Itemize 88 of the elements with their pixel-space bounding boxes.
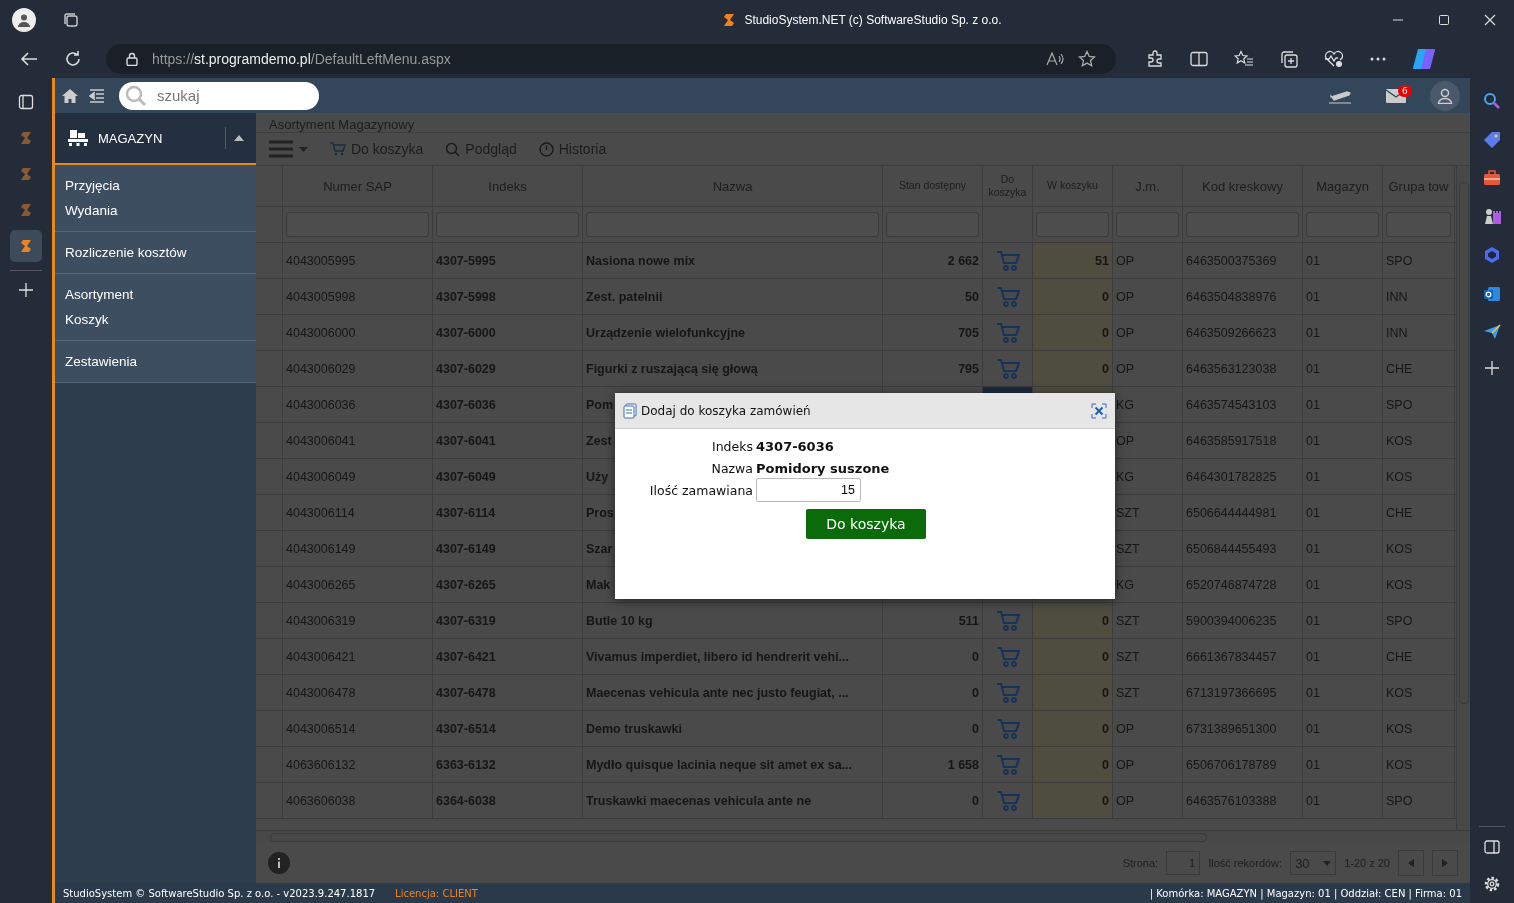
mail-app-icon[interactable] bbox=[1483, 285, 1501, 303]
menu-item[interactable]: Wydania bbox=[55, 198, 256, 223]
table-cell: 0 bbox=[1033, 351, 1113, 386]
document-icon bbox=[623, 402, 637, 419]
search-field[interactable]: szukaj bbox=[119, 81, 319, 110]
add-to-cart-button[interactable]: Do koszyka bbox=[806, 509, 926, 539]
quantity-field[interactable]: 15 bbox=[756, 478, 861, 502]
add-icon[interactable] bbox=[1485, 361, 1499, 375]
search-icon bbox=[445, 141, 461, 157]
module-header[interactable]: MAGAZYN bbox=[55, 113, 256, 165]
app-logo-icon bbox=[19, 202, 33, 218]
favorites-icon[interactable] bbox=[1234, 50, 1254, 68]
close-icon[interactable] bbox=[1091, 402, 1107, 419]
session-info: | Komórka: MAGAZYN | Magazyn: 01 | Oddział: CEN | Firma: 01 bbox=[1149, 887, 1462, 899]
browser-tab[interactable] bbox=[10, 230, 42, 262]
caret-icon bbox=[299, 146, 308, 152]
tabs-icon[interactable] bbox=[62, 12, 80, 28]
new-tab-icon[interactable] bbox=[19, 283, 33, 297]
pallet-icon bbox=[67, 129, 89, 147]
toolbox-icon[interactable] bbox=[1483, 170, 1501, 186]
table-cell: 0 bbox=[1033, 279, 1113, 314]
address-bar[interactable]: https://st.programdemo.pl/DefaultLeftMenu.aspx bbox=[106, 44, 1116, 74]
search-icon bbox=[125, 84, 147, 107]
menu-dropdown[interactable] bbox=[269, 140, 308, 158]
tag-icon[interactable] bbox=[1483, 131, 1501, 149]
info-icon[interactable] bbox=[268, 852, 290, 874]
next-page-button[interactable] bbox=[1432, 850, 1458, 876]
table-cell: 51 bbox=[1033, 243, 1113, 278]
app-logo-icon bbox=[722, 12, 737, 28]
license-text: Licencja: CLIENT bbox=[395, 887, 478, 899]
app-logo-icon bbox=[19, 238, 33, 254]
profile-icon[interactable] bbox=[12, 8, 36, 32]
previous-page-button[interactable] bbox=[1398, 850, 1424, 876]
menu-item[interactable]: Koszyk bbox=[55, 307, 256, 332]
split-screen-icon[interactable] bbox=[1190, 51, 1208, 67]
read-aloud-icon[interactable] bbox=[1046, 52, 1064, 66]
scrollbar[interactable] bbox=[256, 830, 1470, 843]
field-label: Ilość zamawiana bbox=[648, 482, 754, 498]
window-title: StudioSystem.NET (c) SoftwareStudio Sp. z o.o. bbox=[744, 13, 1002, 27]
table-cell: 0 bbox=[1033, 315, 1113, 350]
field-value: Pomidory suszone bbox=[756, 460, 890, 476]
home-icon[interactable] bbox=[61, 87, 79, 104]
caret-icon[interactable] bbox=[225, 127, 244, 149]
table-cell: 0 bbox=[1033, 711, 1113, 746]
field-label: Indeks bbox=[711, 438, 754, 454]
clock-icon bbox=[538, 141, 554, 157]
sidebar-icon[interactable] bbox=[1484, 840, 1500, 854]
table-cell: 0 bbox=[1033, 747, 1113, 782]
url-text: https://st.programdemo.pl/DefaultLeftMenu.aspx bbox=[152, 51, 451, 67]
menu-item[interactable]: Asortyment bbox=[55, 282, 256, 307]
menu-icon bbox=[269, 140, 293, 158]
collections-icon[interactable] bbox=[1280, 50, 1298, 68]
left-triangle-icon bbox=[1408, 859, 1414, 867]
dialog-title: Dodaj do koszyka zamówień bbox=[641, 403, 811, 418]
right-triangle-icon bbox=[1442, 859, 1448, 867]
copilot-icon[interactable] bbox=[1412, 48, 1436, 70]
send-icon[interactable] bbox=[1483, 324, 1501, 340]
mail-icon[interactable] bbox=[1386, 88, 1406, 103]
notification-badge: 6 bbox=[1398, 84, 1412, 97]
settings-icon[interactable] bbox=[1483, 875, 1501, 893]
user-avatar[interactable] bbox=[1430, 80, 1460, 111]
scrollbar[interactable] bbox=[1456, 166, 1470, 830]
app-logo-icon bbox=[19, 166, 33, 182]
table-cell: 0 bbox=[1033, 783, 1113, 818]
back-icon[interactable] bbox=[20, 51, 38, 67]
field-label: Nazwa bbox=[710, 460, 754, 476]
tab-actions-icon[interactable] bbox=[18, 94, 34, 110]
table-cell: 0 bbox=[1033, 603, 1113, 638]
copyright-text: StudioSystem © SoftwareStudio Sp. z o.o. - v2023.9.247.1817 bbox=[63, 887, 376, 899]
maximize-icon[interactable] bbox=[1438, 14, 1450, 26]
search-icon[interactable] bbox=[1483, 92, 1501, 110]
app-logo-icon bbox=[19, 130, 33, 146]
more-icon[interactable] bbox=[1370, 57, 1386, 61]
table-cell: 0 bbox=[1033, 639, 1113, 674]
extensions-icon[interactable] bbox=[1146, 50, 1164, 68]
health-icon[interactable] bbox=[1324, 50, 1344, 68]
cart-icon bbox=[330, 142, 346, 156]
hexagon-icon[interactable] bbox=[1483, 246, 1501, 264]
module-title: MAGAZYN bbox=[98, 130, 163, 146]
menu-item[interactable]: Przyjęcia bbox=[55, 173, 256, 198]
star-icon[interactable] bbox=[1078, 50, 1096, 68]
field-value: 4307-6036 bbox=[756, 438, 834, 454]
refresh-icon[interactable] bbox=[64, 50, 82, 68]
table-cell: 0 bbox=[1033, 675, 1113, 710]
chess-icon[interactable] bbox=[1483, 207, 1501, 225]
caret-icon bbox=[1323, 860, 1332, 866]
collapse-menu-icon[interactable] bbox=[89, 88, 105, 103]
lock-icon bbox=[126, 52, 138, 66]
